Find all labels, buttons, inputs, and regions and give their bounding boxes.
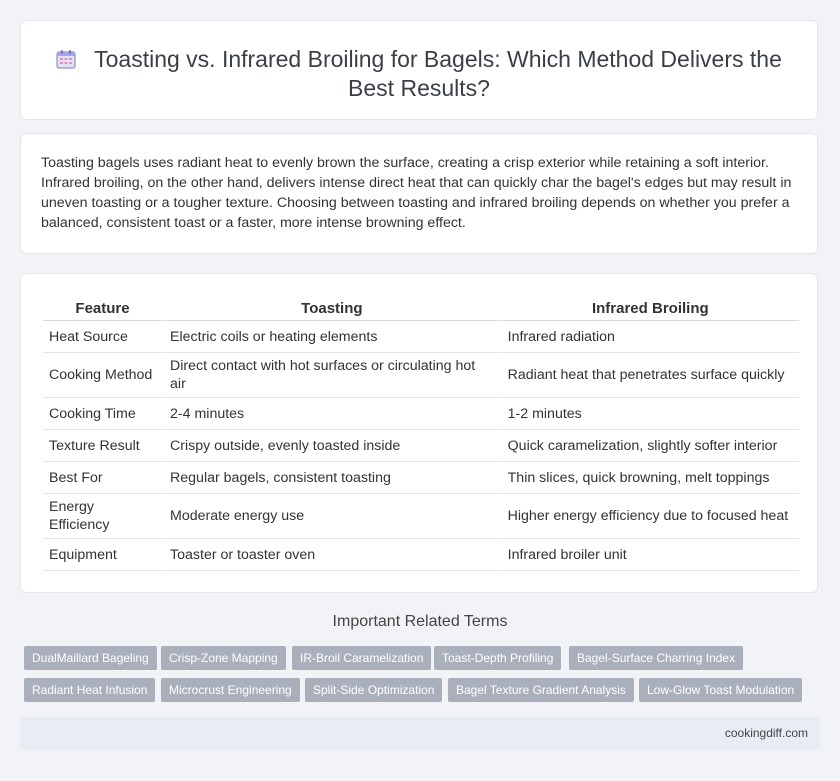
row-feature: Cooking Method [43,353,163,398]
row-toasting: Direct contact with hot surfaces or circ… [162,353,500,398]
row-feature: Cooking Time [43,398,163,430]
title-card: Toasting vs. Infrared Broiling for Bagel… [20,20,818,120]
row-feature: Energy Efficiency [43,494,163,539]
table-row: Energy Efficiency Moderate energy use Hi… [43,494,799,539]
term-tag[interactable]: Bagel-Surface Charring Index [569,646,744,670]
page-title: Toasting vs. Infrared Broiling for Bagel… [94,46,782,101]
comparison-card: Feature Toasting Infrared Broiling Heat … [20,273,818,593]
row-infrared: Quick caramelization, slightly softer in… [499,430,799,462]
header-toasting: Toasting [162,294,500,321]
row-toasting: Crispy outside, evenly toasted inside [162,430,500,462]
row-feature: Heat Source [43,321,163,353]
calendar-icon [56,47,76,69]
footer-site-link[interactable]: cookingdiff.com [725,726,808,740]
row-toasting: Moderate energy use [162,494,500,539]
term-tag[interactable]: Microcrust Engineering [161,678,300,702]
table-row: Texture Result Crispy outside, evenly to… [43,430,799,462]
comparison-table: Feature Toasting Infrared Broiling Heat … [43,294,799,571]
related-terms-heading: Important Related Terms [332,613,508,630]
row-feature: Equipment [43,539,163,571]
footer: cookingdiff.com [20,717,820,750]
page-title-wrap: Toasting vs. Infrared Broiling for Bagel… [21,45,817,103]
table-row: Best For Regular bagels, consistent toas… [43,462,799,494]
row-feature: Best For [43,462,163,494]
row-infrared: Infrared radiation [499,321,799,353]
row-toasting: Regular bagels, consistent toasting [162,462,500,494]
term-tag[interactable]: DualMaillard Bageling [24,646,157,670]
row-infrared: Radiant heat that penetrates surface qui… [499,353,799,398]
term-tag[interactable]: Toast-Depth Profiling [434,646,562,670]
row-toasting: 2-4 minutes [162,398,500,430]
row-infrared: Higher energy efficiency due to focused … [499,494,799,539]
intro-paragraph: Toasting bagels uses radiant heat to eve… [41,155,792,231]
table-header-row: Feature Toasting Infrared Broiling [43,294,799,321]
row-feature: Texture Result [43,430,163,462]
header-infrared-broiling: Infrared Broiling [499,294,799,321]
header-feature: Feature [43,294,163,321]
term-tag[interactable]: Radiant Heat Infusion [24,678,156,702]
row-toasting: Electric coils or heating elements [162,321,500,353]
term-tag[interactable]: Bagel Texture Gradient Analysis [448,678,634,702]
table-row: Cooking Time 2-4 minutes 1-2 minutes [43,398,799,430]
row-infrared: Thin slices, quick browning, melt toppin… [499,462,799,494]
intro-card: Toasting bagels uses radiant heat to eve… [20,133,818,254]
row-toasting: Toaster or toaster oven [162,539,500,571]
table-row: Heat Source Electric coils or heating el… [43,321,799,353]
term-tag[interactable]: IR-Broil Caramelization [292,646,432,670]
row-infrared: 1-2 minutes [499,398,799,430]
table-row: Cooking Method Direct contact with hot s… [43,353,799,398]
term-tag[interactable]: Split-Side Optimization [305,678,443,702]
table-row: Equipment Toaster or toaster oven Infrar… [43,539,799,571]
row-infrared: Infrared broiler unit [499,539,799,571]
term-tag[interactable]: Low-Glow Toast Modulation [639,678,803,702]
term-tag[interactable]: Crisp-Zone Mapping [161,646,286,670]
